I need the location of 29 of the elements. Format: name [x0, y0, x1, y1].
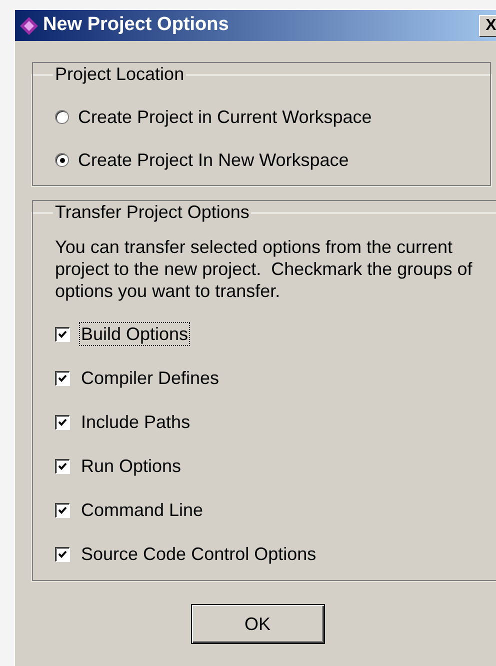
checkbox-label: Run Options — [80, 455, 182, 478]
radio-button[interactable] — [55, 153, 69, 167]
radio-button[interactable] — [55, 110, 69, 124]
checkbox[interactable] — [55, 458, 70, 474]
checkmark-icon — [58, 330, 67, 338]
checkmark-icon — [58, 418, 67, 426]
close-button[interactable]: X — [479, 14, 496, 36]
checkbox[interactable] — [55, 546, 70, 562]
checkbox-label: Include Paths — [80, 411, 192, 434]
checkmark-icon — [58, 506, 67, 514]
ok-button[interactable]: OK — [190, 604, 324, 644]
checkbox-label: Build Options — [79, 322, 190, 346]
checkbox[interactable] — [55, 414, 70, 430]
window-title: New Project Options — [43, 13, 229, 38]
radio-label: Create Project In New Workspace — [78, 149, 349, 171]
checkbox[interactable] — [55, 326, 70, 342]
checkmark-icon — [58, 462, 67, 470]
checkbox-label: Compiler Defines — [80, 367, 220, 390]
app-logo-icon — [19, 16, 39, 36]
checkbox[interactable] — [55, 502, 70, 518]
checkmark-icon — [58, 374, 67, 382]
radio-label: Create Project in Current Workspace — [78, 106, 372, 128]
checkbox-label: Source Code Control Options — [80, 543, 318, 566]
group-title: Project Location — [54, 63, 186, 86]
checkbox-label: Command Line — [80, 499, 204, 522]
description-text: You can transfer selected options from the current project to the new project. Checkmark the groups of options you want to transfer. — [55, 236, 474, 302]
group-title: Transfer Project Options — [54, 201, 250, 224]
checkmark-icon — [58, 550, 67, 558]
checkbox[interactable] — [55, 370, 70, 386]
